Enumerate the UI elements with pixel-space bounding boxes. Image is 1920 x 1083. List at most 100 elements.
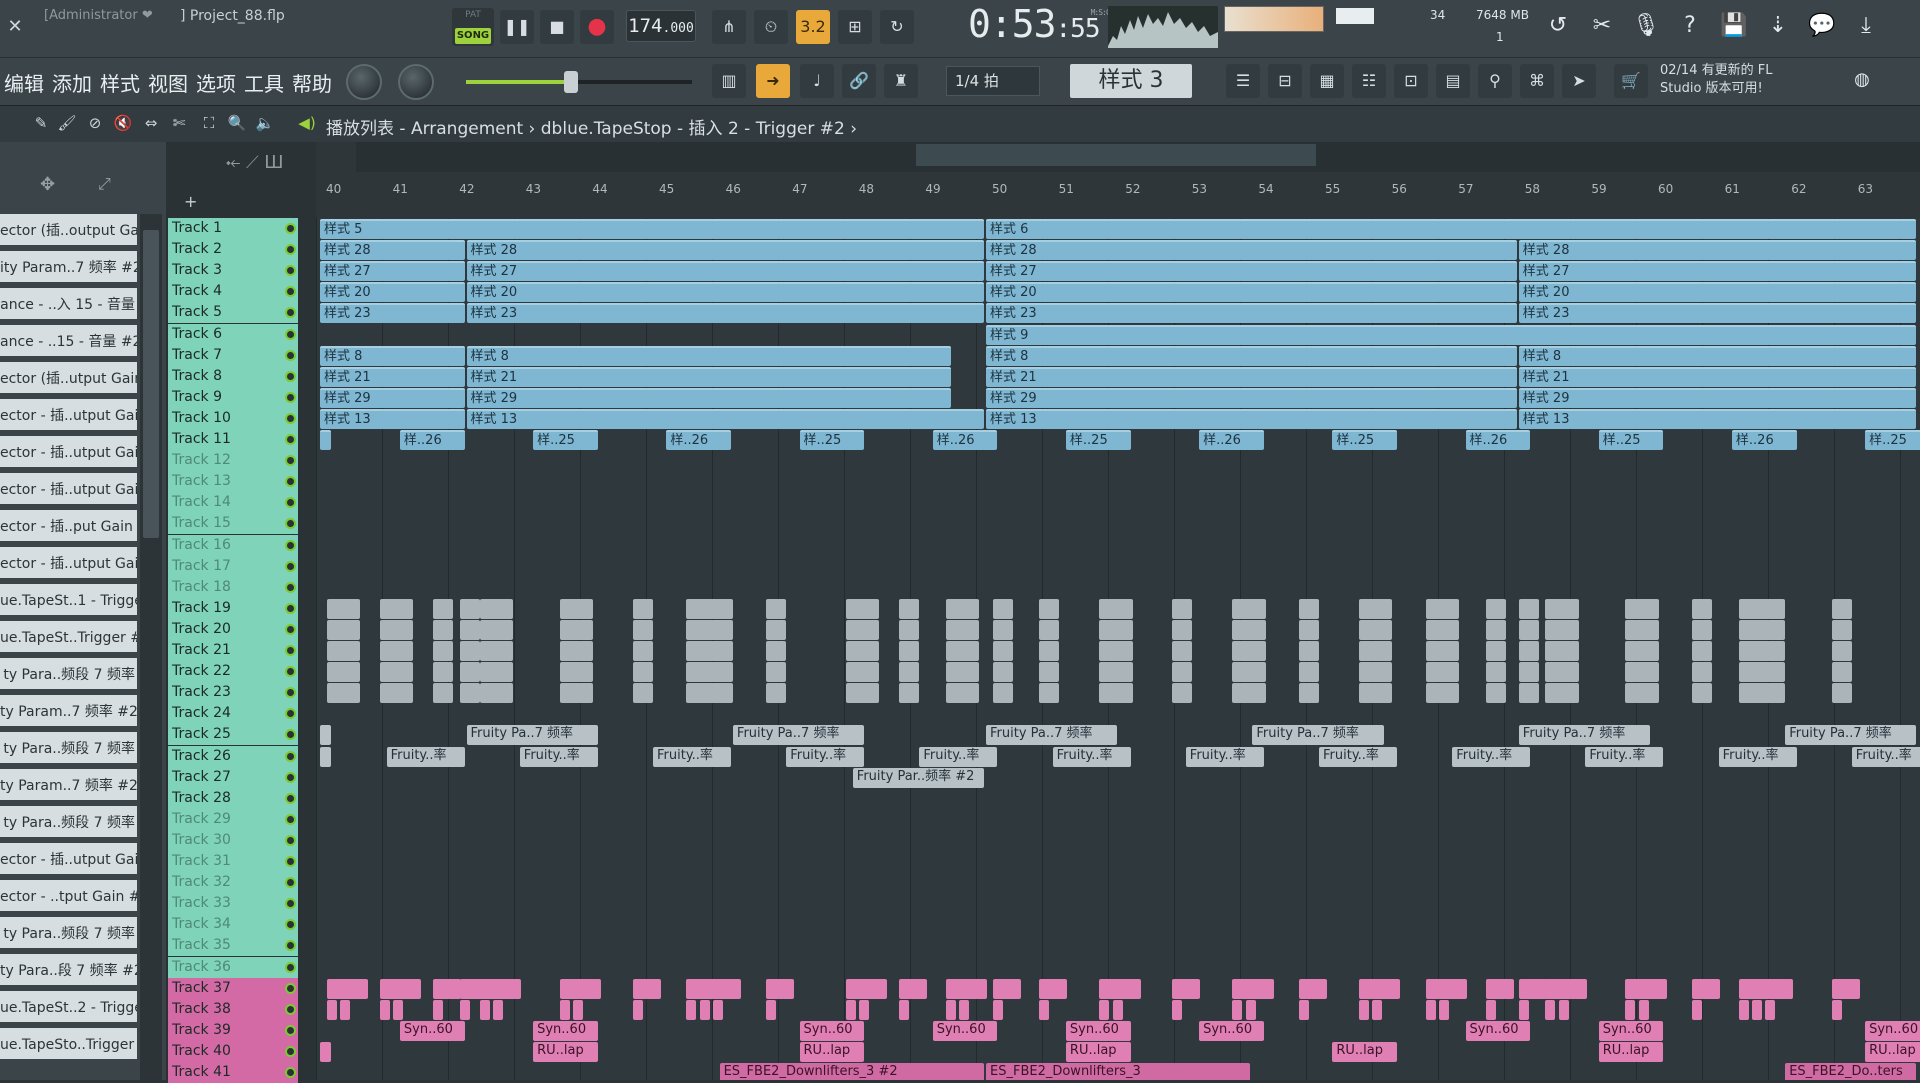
trigger-clip[interactable] bbox=[1518, 619, 1539, 640]
tape-stop-clip[interactable] bbox=[1518, 978, 1547, 999]
trigger-clip[interactable] bbox=[1112, 683, 1133, 704]
trigger-clip[interactable] bbox=[1831, 662, 1852, 683]
tape-stop-clip[interactable] bbox=[1358, 999, 1369, 1020]
trigger-clip[interactable] bbox=[1438, 641, 1459, 661]
clip-source-item[interactable]: ector - 插..utput Gain bbox=[0, 547, 137, 581]
playlist-clip[interactable]: 样式 29 bbox=[320, 387, 465, 408]
overview-viewport[interactable] bbox=[916, 144, 1316, 166]
trigger-clip[interactable] bbox=[459, 619, 480, 640]
playlist-clip[interactable]: 样..25 bbox=[799, 430, 865, 450]
trigger-clip[interactable] bbox=[859, 598, 880, 619]
tape-stop-clip[interactable] bbox=[1039, 999, 1050, 1020]
clip-source-item[interactable]: ity Param..7 频率 #2 bbox=[0, 251, 137, 285]
trigger-clip[interactable] bbox=[992, 641, 1013, 661]
trigger-clip[interactable] bbox=[1039, 641, 1060, 661]
clip-source-item[interactable]: ector - ..tput Gain #2 bbox=[0, 880, 137, 914]
playlist-clip[interactable]: Syn..60 bbox=[1865, 1020, 1920, 1041]
trigger-clip[interactable] bbox=[1765, 662, 1786, 683]
stamp-icon[interactable]: ♜ bbox=[884, 64, 918, 98]
playlist-arrow-icon[interactable]: ➜ bbox=[756, 64, 790, 98]
trigger-clip[interactable] bbox=[1039, 683, 1060, 704]
track-enable-toggle[interactable] bbox=[285, 1024, 296, 1036]
trigger-clip[interactable] bbox=[1765, 683, 1786, 704]
trigger-clip[interactable] bbox=[859, 641, 880, 661]
trigger-clip[interactable] bbox=[433, 619, 454, 640]
trigger-clip[interactable] bbox=[1372, 662, 1393, 683]
playlist-clip[interactable]: Fruity Pa..7 频率 bbox=[466, 725, 598, 746]
playlist-clip[interactable] bbox=[320, 746, 332, 767]
trigger-clip[interactable] bbox=[433, 683, 454, 704]
record-button[interactable]: ● bbox=[580, 10, 614, 44]
playlist-clip[interactable]: Syn..60 bbox=[1465, 1020, 1531, 1041]
playlist-clip[interactable]: 样式 13 bbox=[986, 408, 1517, 429]
trigger-clip[interactable] bbox=[1112, 619, 1133, 640]
clip-source-item[interactable]: ector - 插..utput Gain bbox=[0, 473, 137, 507]
trigger-clip[interactable] bbox=[1245, 662, 1266, 683]
track-enable-toggle[interactable] bbox=[285, 877, 296, 889]
trigger-clip[interactable] bbox=[493, 619, 514, 640]
trigger-clip[interactable] bbox=[1691, 598, 1712, 619]
tape-stop-clip[interactable] bbox=[899, 978, 928, 999]
track-header[interactable]: Track 26 bbox=[168, 745, 298, 767]
playlist-clip[interactable]: 样..25 bbox=[1065, 430, 1131, 450]
playlist-clip[interactable]: 样..25 bbox=[1332, 430, 1397, 450]
track-header[interactable]: Track 12 bbox=[168, 450, 298, 472]
trigger-clip[interactable] bbox=[1518, 641, 1539, 661]
clip-source-item[interactable]: ector - 插..utput Gain bbox=[0, 843, 137, 877]
playlist-clip[interactable]: Fruity Pa..7 频率 bbox=[732, 725, 865, 746]
trigger-clip[interactable] bbox=[493, 662, 514, 683]
tape-stop-clip[interactable] bbox=[339, 978, 368, 999]
trigger-clip[interactable] bbox=[1372, 641, 1393, 661]
clip-source-item[interactable]: ty Para..频段 7 频率 bbox=[0, 806, 137, 840]
trigger-clip[interactable] bbox=[493, 641, 514, 661]
track-header[interactable]: Track 34 bbox=[168, 914, 298, 936]
trigger-clip[interactable] bbox=[1558, 662, 1579, 683]
clip-source-item[interactable]: ector - 插..utput Gain bbox=[0, 436, 137, 470]
send-icon[interactable]: ➤ bbox=[1562, 64, 1596, 98]
trigger-clip[interactable] bbox=[1558, 641, 1579, 661]
track-enable-toggle[interactable] bbox=[285, 961, 296, 973]
tape-stop-clip[interactable] bbox=[859, 978, 888, 999]
tape-stop-clip[interactable] bbox=[1112, 999, 1123, 1020]
playlist-clip[interactable]: RU..lap bbox=[1598, 1041, 1664, 1062]
trigger-clip[interactable] bbox=[1831, 619, 1852, 640]
trigger-clip[interactable] bbox=[712, 619, 733, 640]
move-icon[interactable]: ✥ bbox=[40, 174, 55, 195]
tape-stop-clip[interactable] bbox=[992, 978, 1021, 999]
trigger-clip[interactable] bbox=[573, 619, 594, 640]
trigger-clip[interactable] bbox=[1245, 683, 1266, 704]
undo-icon[interactable]: ↺ bbox=[1540, 8, 1576, 44]
track-header[interactable]: Track 5 bbox=[168, 302, 298, 324]
trigger-clip[interactable] bbox=[1039, 662, 1060, 683]
link-icon[interactable]: 🔗 bbox=[842, 64, 876, 98]
tape-stop-clip[interactable] bbox=[699, 999, 710, 1020]
menu-item-6[interactable]: 帮助 bbox=[292, 68, 332, 97]
playlist-clip[interactable]: Fruity..率 bbox=[1319, 746, 1397, 767]
track-header[interactable]: Track 18 bbox=[168, 576, 298, 598]
tape-stop-clip[interactable] bbox=[1831, 999, 1842, 1020]
trigger-clip[interactable] bbox=[1518, 683, 1539, 704]
loop-record-icon[interactable]: ↻ bbox=[880, 10, 914, 44]
track-header[interactable]: Track 23 bbox=[168, 682, 298, 704]
track-header[interactable]: Track 21 bbox=[168, 640, 298, 661]
tape-stop-clip[interactable] bbox=[766, 978, 795, 999]
tape-stop-clip[interactable] bbox=[633, 999, 644, 1020]
left-scrollbar[interactable] bbox=[140, 214, 162, 1080]
playlist-clip[interactable]: 样..25 bbox=[1865, 430, 1920, 450]
playlist-clip[interactable]: RU..lap bbox=[1332, 1041, 1397, 1062]
timeline-ruler[interactable]: 40 41 42 43 44 45 46 47 48 49 50 51 52 53 54 55 56 57 58 59… bbox=[316, 142, 1920, 218]
tape-stop-clip[interactable] bbox=[433, 978, 462, 999]
tape-stop-clip[interactable] bbox=[1438, 978, 1467, 999]
tempo-display[interactable]: 174.000 bbox=[626, 10, 696, 42]
playlist-clip[interactable]: 样式 21 bbox=[320, 366, 465, 387]
playlist-clip[interactable]: 样式 23 bbox=[1518, 303, 1917, 324]
trigger-clip[interactable] bbox=[712, 662, 733, 683]
save-icon[interactable]: 💾 bbox=[1716, 8, 1752, 44]
playlist-clip[interactable]: 样式 8 bbox=[1518, 345, 1917, 366]
playlist-clip[interactable]: 样式 13 bbox=[1518, 408, 1917, 429]
playlist-clip[interactable]: 样式 29 bbox=[1518, 387, 1917, 408]
trigger-clip[interactable] bbox=[959, 598, 980, 619]
track-header[interactable]: Track 20 bbox=[168, 618, 298, 640]
playlist-clip[interactable]: Fruity Pa..7 频率 bbox=[1785, 725, 1917, 746]
trigger-clip[interactable] bbox=[1172, 641, 1193, 661]
